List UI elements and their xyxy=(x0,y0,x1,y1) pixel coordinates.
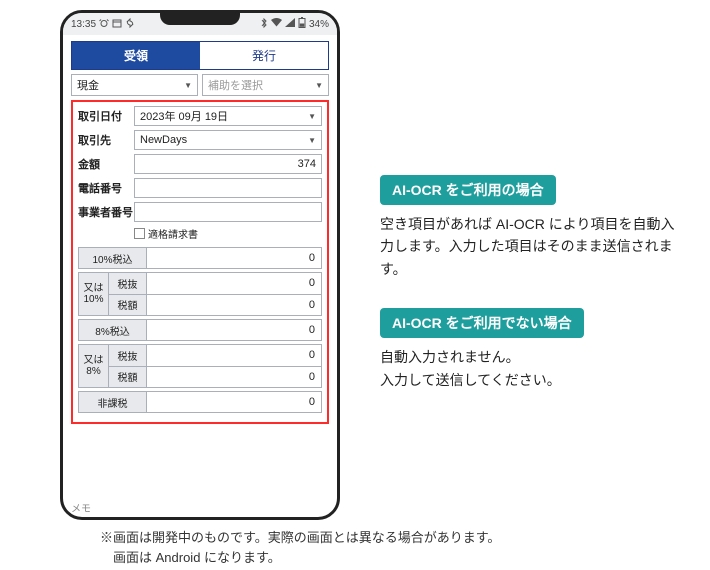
alarm-icon xyxy=(99,18,109,31)
status-battery-pct: 34% xyxy=(309,19,329,30)
footnote: ※画面は開発中のものです。実際の画面とは異なる場合があります。 画面は Andr… xyxy=(100,528,710,567)
tax8excl-label: 税抜 xyxy=(109,345,147,366)
amount-label: 金額 xyxy=(78,156,134,172)
battery-icon xyxy=(298,17,306,31)
sync-icon xyxy=(125,18,135,31)
tax8excl-field[interactable]: 0 xyxy=(147,345,321,366)
payment-method-select[interactable]: 現金 xyxy=(71,74,198,96)
qualified-label: 適格請求書 xyxy=(148,226,198,241)
callout2-body: 自動入力されません。 入力して送信してください。 xyxy=(380,346,680,391)
phone-notch xyxy=(160,13,240,25)
tax10excl-field[interactable]: 0 xyxy=(147,273,321,294)
tax8inc-label: 8%税込 xyxy=(79,320,147,340)
tab-issue[interactable]: 発行 xyxy=(200,42,328,69)
phone-frame: 13:35 xyxy=(60,10,340,520)
signal-icon xyxy=(285,18,295,30)
tax10inc-label: 10%税込 xyxy=(79,248,147,268)
partner-field[interactable]: NewDays xyxy=(134,130,322,150)
amount-field[interactable]: 374 xyxy=(134,154,322,174)
tab-receive[interactable]: 受領 xyxy=(72,42,200,69)
callout2-title: AI-OCR をご利用でない場合 xyxy=(380,308,584,338)
callouts: AI-OCR をご利用の場合 空き項目があれば AI-OCR により項目を自動入… xyxy=(380,175,680,419)
mode-tabs: 受領 発行 xyxy=(71,41,329,70)
or8-label: 又は8% xyxy=(79,345,109,387)
tax10tax-label: 税額 xyxy=(109,295,147,316)
bizno-label: 事業者番号 xyxy=(78,204,134,220)
tax10tax-field[interactable]: 0 xyxy=(147,295,321,316)
memo-label: メモ xyxy=(71,500,91,515)
tax8tax-field[interactable]: 0 xyxy=(147,367,321,388)
callout1-body: 空き項目があれば AI-OCR により項目を自動入力します。入力した項目はそのま… xyxy=(380,213,680,280)
date-label: 取引日付 xyxy=(78,108,134,124)
calendar-icon xyxy=(112,18,122,31)
sub-select[interactable]: 補助を選択 xyxy=(202,74,329,96)
date-field[interactable]: 2023年 09月 19日 xyxy=(134,106,322,126)
partner-label: 取引先 xyxy=(78,132,134,148)
or10-label: 又は10% xyxy=(79,273,109,315)
tax10excl-label: 税抜 xyxy=(109,273,147,294)
status-time: 13:35 xyxy=(71,19,96,30)
phone-label: 電話番号 xyxy=(78,180,134,196)
wifi-icon xyxy=(271,18,282,30)
tax8tax-label: 税額 xyxy=(109,367,147,388)
nontax-field[interactable]: 0 xyxy=(147,392,321,412)
bluetooth-icon xyxy=(260,18,268,31)
nontax-label: 非課税 xyxy=(79,392,147,412)
tax8inc-field[interactable]: 0 xyxy=(147,320,321,340)
form-highlight: 取引日付 2023年 09月 19日 取引先 NewDays 金額 374 電話… xyxy=(71,100,329,424)
callout1-title: AI-OCR をご利用の場合 xyxy=(380,175,556,205)
qualified-checkbox[interactable] xyxy=(134,228,145,239)
phone-field[interactable] xyxy=(134,178,322,198)
tax10inc-field[interactable]: 0 xyxy=(147,248,321,268)
bizno-field[interactable] xyxy=(134,202,322,222)
